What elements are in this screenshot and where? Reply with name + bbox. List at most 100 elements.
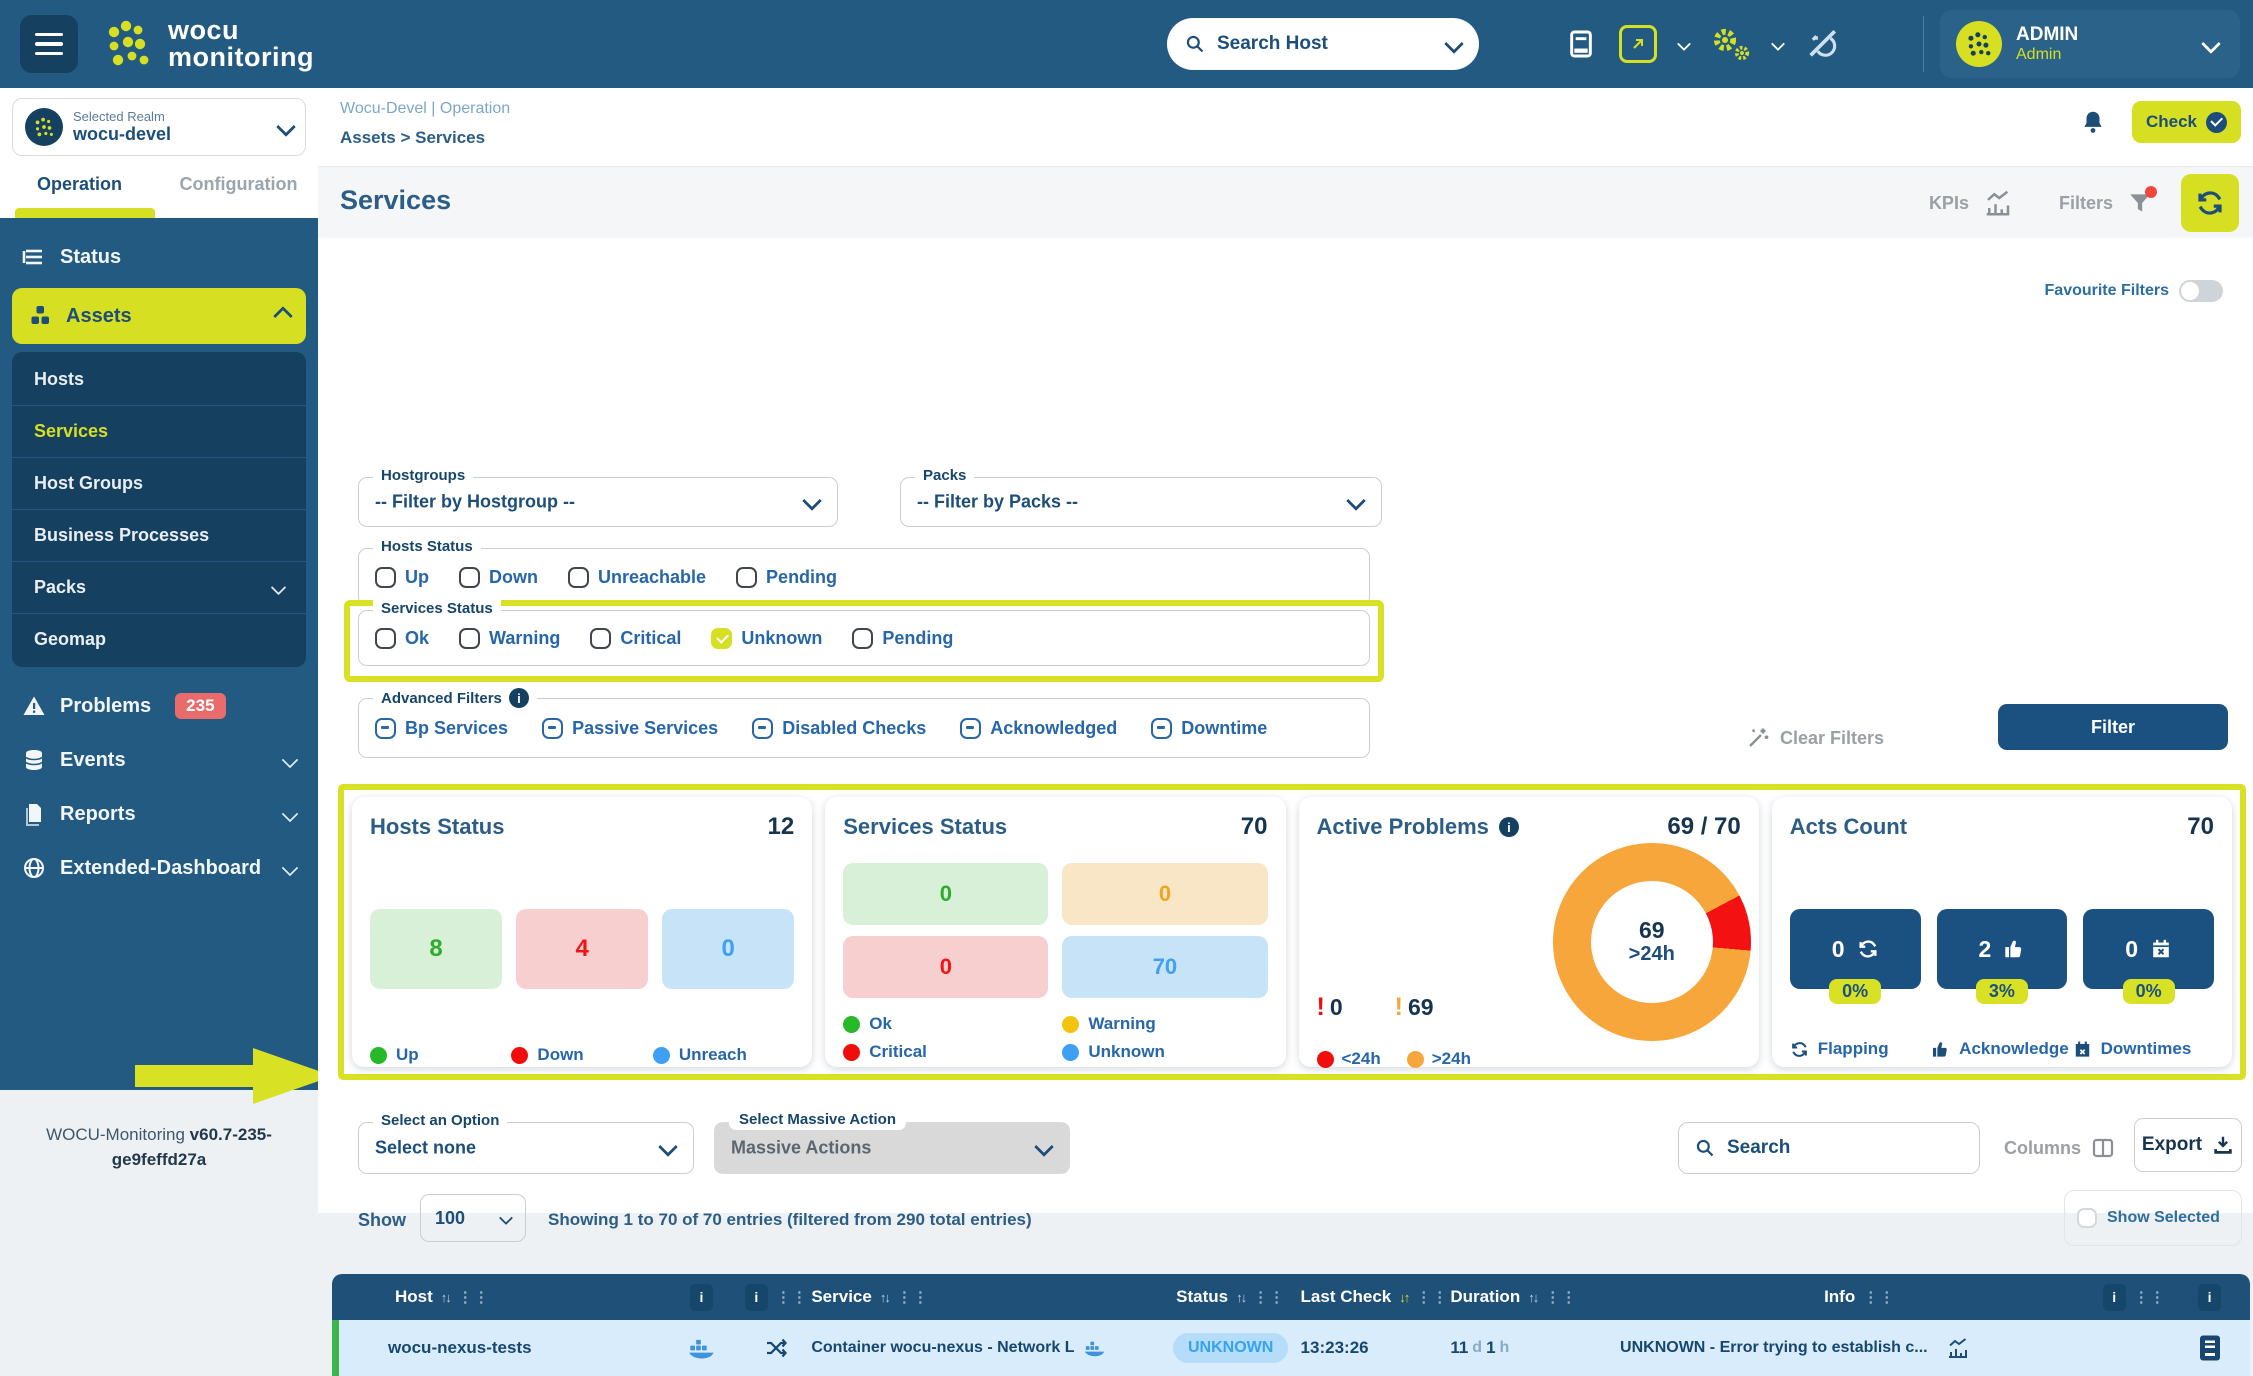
drag-handle-icon[interactable]: ⋮⋮ [1863, 1288, 1895, 1306]
drag-handle-icon[interactable]: ⋮⋮ [776, 1288, 808, 1306]
breadcrumb-path[interactable]: Assets > Services [340, 128, 485, 148]
checkbox-passive-services[interactable]: Passive Services [542, 718, 718, 739]
tab-configuration[interactable]: Configuration [159, 174, 318, 195]
log-terminal-icon[interactable] [2169, 1333, 2250, 1363]
drag-handle-icon[interactable]: ⋮⋮ [897, 1288, 929, 1306]
massive-actions-dropdown[interactable]: Select Massive Action Massive Actions [714, 1122, 1070, 1174]
chevron-down-icon[interactable] [1771, 37, 1785, 51]
sidebar-item-services[interactable]: Services [12, 406, 306, 458]
flapping-tile[interactable]: 0 0% [1790, 909, 1921, 989]
drag-handle-icon[interactable]: ⋮⋮ [458, 1288, 490, 1306]
checkbox-icon[interactable] [459, 567, 480, 588]
columns-button[interactable]: Columns [2004, 1136, 2115, 1160]
hosts-up-tile[interactable]: 8 [370, 909, 502, 989]
filters-label[interactable]: Filters [2059, 193, 2113, 214]
checkbox-down[interactable]: Down [459, 567, 538, 588]
status-badge[interactable]: UNKNOWN [1173, 1333, 1288, 1363]
sort-icon[interactable]: ↑↓ [880, 1290, 889, 1305]
external-link-icon[interactable] [1619, 25, 1657, 63]
checkbox-warning[interactable]: Warning [459, 628, 560, 649]
favourite-filters-toggle[interactable] [2179, 280, 2223, 302]
sort-active-icon[interactable]: ↓↑ [1399, 1290, 1408, 1305]
checkbox-bp-services[interactable]: Bp Services [375, 718, 508, 739]
checkbox-unreachable[interactable]: Unreachable [568, 567, 706, 588]
checkbox-icon[interactable] [375, 567, 396, 588]
checkbox-up[interactable]: Up [375, 567, 429, 588]
sort-icon[interactable]: ↑↓ [1236, 1290, 1245, 1305]
sidebar-item-business-processes[interactable]: Business Processes [12, 510, 306, 562]
column-info-icon[interactable]: i [690, 1284, 713, 1311]
sort-icon[interactable]: ↑↓ [1528, 1290, 1537, 1305]
sidebar-item-extended-dashboard[interactable]: Extended-Dashboard [0, 841, 318, 895]
column-info-icon[interactable]: i [2103, 1284, 2126, 1311]
hostgroups-select[interactable]: Hostgroups -- Filter by Hostgroup -- [358, 477, 838, 527]
drag-handle-icon[interactable]: ⋮⋮ [1416, 1288, 1448, 1306]
sort-icon[interactable]: ↑↓ [441, 1290, 450, 1305]
checkbox-acknowledged[interactable]: Acknowledged [960, 718, 1117, 739]
kpis-chart-icon[interactable] [1983, 188, 2013, 218]
checkbox-icon[interactable] [375, 628, 396, 649]
cell-service[interactable]: Container wocu-nexus - Network L [811, 1339, 1160, 1357]
info-icon[interactable]: i [1499, 817, 1519, 837]
downtimes-tile[interactable]: 0 0% [2083, 909, 2214, 989]
hamburger-menu-button[interactable] [20, 15, 78, 73]
settings-gears-icon[interactable] [1711, 26, 1751, 62]
col-status[interactable]: Status [1176, 1287, 1228, 1307]
checkbox-indeterminate-icon[interactable] [1151, 718, 1172, 739]
services-critical-tile[interactable]: 0 [843, 936, 1048, 998]
checkbox-unknown[interactable]: Unknown [711, 628, 822, 649]
col-duration[interactable]: Duration [1450, 1287, 1520, 1307]
check-button[interactable]: Check [2132, 101, 2241, 143]
chevron-down-icon[interactable] [1444, 34, 1464, 54]
table-row[interactable]: wocu-nexus-tests Container wocu-nexus - … [332, 1320, 2250, 1376]
filter-apply-button[interactable]: Filter [1998, 704, 2228, 750]
select-option-dropdown[interactable]: Select an Option Select none [358, 1122, 694, 1174]
export-button[interactable]: Export [2134, 1118, 2242, 1172]
clear-filters-button[interactable]: Clear Filters [1746, 726, 1884, 750]
show-selected-toggle[interactable]: Show Selected [2064, 1190, 2242, 1246]
checkbox-indeterminate-icon[interactable] [542, 718, 563, 739]
cell-host[interactable]: wocu-nexus-tests [339, 1338, 662, 1358]
sidebar-item-events[interactable]: Events [0, 733, 318, 787]
acknowledge-tile[interactable]: 2 3% [1937, 909, 2068, 989]
page-size-select[interactable]: 100 [420, 1194, 526, 1242]
search-host-input[interactable]: Search Host [1167, 18, 1479, 70]
sidebar-item-packs[interactable]: Packs [12, 562, 306, 614]
drag-handle-icon[interactable]: ⋮⋮ [1545, 1288, 1577, 1306]
sidebar-item-hosts[interactable]: Hosts [12, 354, 306, 406]
drag-handle-icon[interactable]: ⋮⋮ [2134, 1288, 2166, 1306]
checkbox-icon[interactable] [568, 567, 589, 588]
checkbox-checked-icon[interactable] [711, 628, 732, 649]
services-unknown-tile[interactable]: 70 [1062, 936, 1267, 998]
services-warning-tile[interactable]: 0 [1062, 863, 1267, 925]
kpis-label[interactable]: KPIs [1929, 193, 1969, 214]
checkbox-ok[interactable]: Ok [375, 628, 429, 649]
realm-selector[interactable]: Selected Realm wocu-devel [12, 98, 306, 156]
checkbox-icon[interactable] [736, 567, 757, 588]
col-last-check[interactable]: Last Check [1301, 1287, 1392, 1307]
sidebar-item-assets[interactable]: Assets [12, 288, 306, 344]
col-service[interactable]: Service [811, 1287, 872, 1307]
checkbox-disabled-checks[interactable]: Disabled Checks [752, 718, 926, 739]
app-logo[interactable]: wocu monitoring [104, 17, 314, 71]
active-problems-card[interactable]: Active Problemsi 69 / 70 !0 !69 <24h >24… [1299, 797, 1759, 1067]
notifications-disabled-icon[interactable] [1805, 27, 1839, 61]
problems-donut-chart[interactable]: 69 >24h [1553, 843, 1751, 1041]
chevron-down-icon[interactable] [1677, 37, 1691, 51]
drag-handle-icon[interactable]: ⋮⋮ [1253, 1288, 1285, 1306]
info-icon[interactable]: i [509, 688, 529, 708]
bell-icon[interactable] [2080, 109, 2106, 135]
checkbox-icon[interactable] [2077, 1208, 2097, 1228]
col-info[interactable]: Info [1824, 1287, 1855, 1307]
tab-operation[interactable]: Operation [0, 174, 159, 195]
checkbox-downtime[interactable]: Downtime [1151, 718, 1267, 739]
checkbox-pending-service[interactable]: Pending [852, 628, 953, 649]
checkbox-critical[interactable]: Critical [590, 628, 681, 649]
docs-book-icon[interactable] [1565, 28, 1597, 60]
sidebar-item-reports[interactable]: Reports [0, 787, 318, 841]
column-info-icon[interactable]: i [2198, 1284, 2221, 1311]
sidebar-item-host-groups[interactable]: Host Groups [12, 458, 306, 510]
checkbox-indeterminate-icon[interactable] [960, 718, 981, 739]
refresh-button[interactable] [2181, 174, 2239, 232]
checkbox-indeterminate-icon[interactable] [375, 718, 396, 739]
